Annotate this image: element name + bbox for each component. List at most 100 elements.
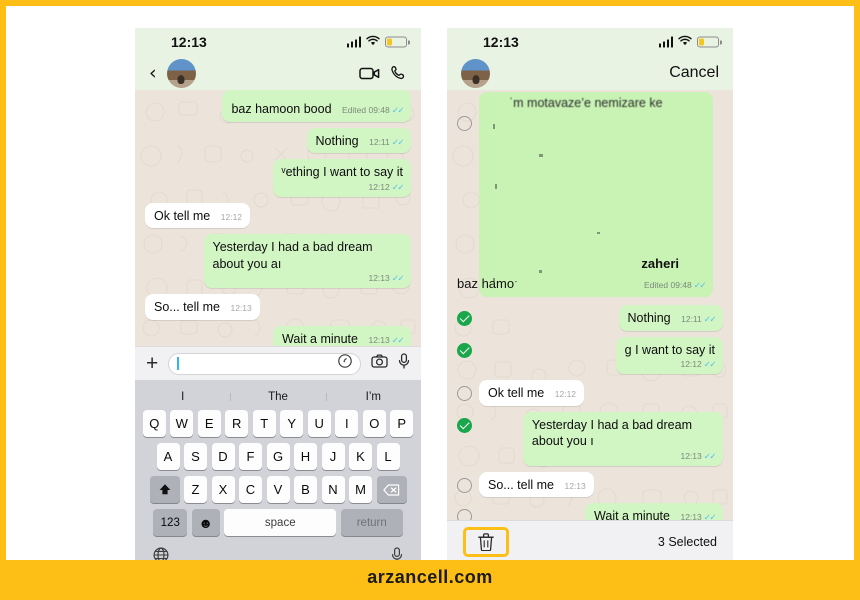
sticker-icon[interactable] bbox=[338, 354, 352, 373]
key-g[interactable]: G bbox=[266, 443, 290, 470]
message-bubble-outgoing[interactable]: g I want to say it 12:12 ✓✓ bbox=[615, 336, 723, 375]
message-bubble-outgoing[interactable]: baz hamoon bood Edited 09:48 ✓✓ bbox=[222, 90, 411, 122]
message-meta: 12:11 ✓✓ bbox=[369, 136, 405, 147]
phone-call-icon[interactable] bbox=[390, 65, 407, 82]
selection-circle-checked[interactable] bbox=[457, 417, 472, 433]
key-d[interactable]: D bbox=[211, 443, 235, 470]
cancel-button[interactable]: Cancel bbox=[669, 64, 719, 82]
message-meta: 12:12 bbox=[554, 389, 577, 400]
message-meta: 12:12 bbox=[220, 211, 243, 222]
key-m[interactable]: M bbox=[349, 476, 372, 503]
key-b[interactable]: B bbox=[294, 476, 317, 503]
key-o[interactable]: O bbox=[362, 410, 386, 437]
selection-circle-checked[interactable] bbox=[457, 342, 472, 358]
key-c[interactable]: C bbox=[239, 476, 262, 503]
contact-avatar[interactable] bbox=[461, 58, 490, 88]
key-s[interactable]: S bbox=[184, 443, 207, 470]
message-bubble-outgoing[interactable]: Wait a minute 12:13 ✓✓ bbox=[273, 325, 411, 346]
brand-name: arzancell.com bbox=[367, 566, 493, 587]
shift-arrow-icon[interactable] bbox=[149, 476, 180, 503]
message-row[interactable]: Wait a minute 12:13 ✓✓ bbox=[135, 323, 421, 346]
key-u[interactable]: U bbox=[307, 410, 331, 437]
microphone-icon[interactable] bbox=[398, 353, 410, 374]
read-ticks-icon: ✓✓ bbox=[703, 359, 717, 369]
key-k[interactable]: K bbox=[349, 443, 372, 470]
message-bubble-outgoing[interactable]: Nothing 12:11 ✓✓ bbox=[306, 127, 411, 153]
message-text: Wait a minute bbox=[282, 331, 358, 346]
message-bubble-incoming[interactable]: So... tell me 12:13 bbox=[479, 471, 594, 498]
message-row[interactable]: ˈm motavaze’e nemizare ke zaheri baz ham… bbox=[447, 90, 733, 302]
key-r[interactable]: R bbox=[225, 410, 249, 437]
chat-header-right: Cancel bbox=[447, 56, 733, 90]
camera-icon[interactable] bbox=[371, 354, 388, 373]
message-row[interactable]: Ok tell me 12:12 bbox=[447, 377, 733, 409]
backspace-icon[interactable] bbox=[376, 476, 407, 503]
message-input[interactable] bbox=[168, 352, 361, 375]
suggestion-3[interactable]: I’m bbox=[325, 391, 421, 403]
attach-plus-icon[interactable]: + bbox=[146, 353, 158, 374]
on-screen-keyboard[interactable]: I The I’m Q W E R T Y U I O P A S D F G … bbox=[135, 380, 421, 562]
numbers-key[interactable]: 123 bbox=[153, 509, 188, 536]
message-row[interactable]: Nothing 12:11 ✓✓ bbox=[135, 125, 421, 157]
key-t[interactable]: T bbox=[252, 410, 276, 437]
message-meta: 12:13 ✓✓ bbox=[368, 334, 404, 345]
message-bubble-outgoing[interactable]: ᵛething I want to say it 12:12 ✓✓ bbox=[272, 159, 411, 197]
message-bubble-outgoing[interactable]: Yesterday I had a bad dream about you ı … bbox=[522, 411, 723, 466]
message-row[interactable]: g I want to say it 12:12 ✓✓ bbox=[447, 334, 733, 378]
read-ticks-icon: ✓✓ bbox=[391, 136, 405, 147]
message-meta: 12:12 ✓✓ bbox=[368, 181, 404, 192]
key-l[interactable]: L bbox=[376, 443, 400, 470]
selection-circle[interactable] bbox=[457, 386, 472, 402]
selection-circle[interactable] bbox=[457, 116, 472, 131]
message-bubble-incoming[interactable]: So... tell me 12:13 bbox=[145, 294, 260, 320]
message-bubble-outgoing[interactable]: Wait a minute 12:13 ✓✓ bbox=[585, 503, 723, 520]
key-h[interactable]: H bbox=[294, 443, 317, 470]
status-indicators bbox=[346, 35, 410, 49]
message-row[interactable]: Wait a minute 12:13 ✓✓ bbox=[447, 500, 733, 520]
key-n[interactable]: N bbox=[321, 476, 345, 503]
selection-action-bar: 3 Selected bbox=[447, 520, 733, 562]
message-row[interactable]: So... tell me 12:13 bbox=[135, 291, 421, 323]
message-row[interactable]: baz hamoon bood Edited 09:48 ✓✓ bbox=[135, 90, 421, 125]
delete-button[interactable] bbox=[463, 526, 509, 557]
message-text: baz hamoon bood bbox=[231, 102, 332, 116]
space-key[interactable]: space bbox=[224, 509, 337, 536]
suggestion-2[interactable]: The bbox=[230, 391, 325, 403]
contact-avatar[interactable] bbox=[166, 58, 196, 88]
message-text: Yesterday I had a bad dream about you aı bbox=[212, 240, 373, 271]
key-z[interactable]: Z bbox=[184, 476, 207, 503]
selection-circle[interactable] bbox=[457, 477, 472, 493]
message-bubble-outgoing-redacted[interactable]: ˈm motavaze’e nemizare ke zaheri baz ham… bbox=[457, 92, 713, 297]
key-p[interactable]: P bbox=[390, 410, 414, 437]
chat-body-right[interactable]: ˈm motavaze’e nemizare ke zaheri baz ham… bbox=[447, 90, 733, 520]
key-v[interactable]: V bbox=[266, 476, 290, 503]
message-row[interactable]: Yesterday I had a bad dream about you ı … bbox=[447, 409, 733, 469]
key-a[interactable]: A bbox=[156, 443, 180, 470]
message-row[interactable]: So... tell me 12:13 bbox=[447, 469, 733, 501]
message-bubble-incoming[interactable]: Ok tell me 12:12 bbox=[145, 202, 251, 229]
selection-circle[interactable] bbox=[457, 509, 472, 520]
emoji-smiley-icon[interactable]: ☻ bbox=[191, 509, 220, 536]
back-chevron-icon[interactable]: ‹ bbox=[149, 63, 157, 83]
key-q[interactable]: Q bbox=[142, 410, 166, 437]
return-key[interactable]: return bbox=[340, 509, 403, 536]
message-bubble-outgoing[interactable]: Yesterday I had a bad dream about you aı… bbox=[203, 234, 411, 289]
selection-circle-checked[interactable] bbox=[457, 311, 472, 326]
video-call-icon[interactable] bbox=[359, 66, 380, 81]
key-f[interactable]: F bbox=[239, 443, 262, 470]
message-text: Wait a minute bbox=[594, 509, 670, 520]
message-row[interactable]: Yesterday I had a bad dream about you aı… bbox=[135, 231, 421, 291]
key-e[interactable]: E bbox=[197, 410, 221, 437]
suggestion-1[interactable]: I bbox=[135, 391, 230, 403]
message-row[interactable]: ᵛething I want to say it 12:12 ✓✓ bbox=[135, 156, 421, 200]
message-row[interactable]: Ok tell me 12:12 bbox=[135, 200, 421, 232]
key-j[interactable]: J bbox=[321, 443, 345, 470]
chat-body-left[interactable]: baz hamoon bood Edited 09:48 ✓✓ Nothing 1… bbox=[135, 90, 421, 346]
message-bubble-outgoing[interactable]: Nothing 12:11 ✓✓ bbox=[618, 305, 723, 331]
key-w[interactable]: W bbox=[170, 410, 194, 437]
key-i[interactable]: I bbox=[335, 410, 359, 437]
key-x[interactable]: X bbox=[211, 476, 235, 503]
message-row[interactable]: Nothing 12:11 ✓✓ bbox=[447, 302, 733, 334]
message-bubble-incoming[interactable]: Ok tell me 12:12 bbox=[479, 380, 585, 406]
key-y[interactable]: Y bbox=[280, 410, 304, 437]
